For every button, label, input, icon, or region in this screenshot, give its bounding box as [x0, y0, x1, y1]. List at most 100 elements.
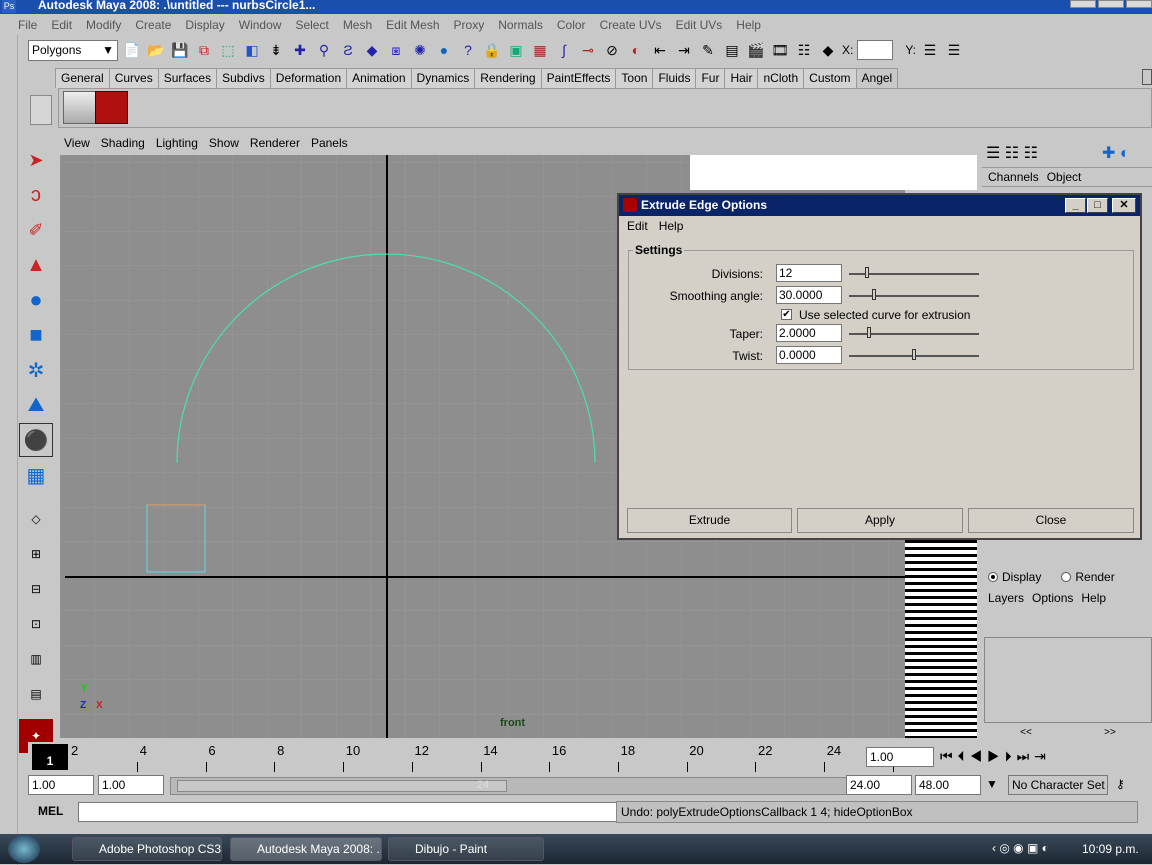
select-hierarchy-icon[interactable]: ⧉ [194, 40, 214, 60]
dialog-edit-menu[interactable]: Edit [627, 219, 648, 233]
auto-key-icon[interactable]: ⚷ [1116, 777, 1125, 791]
shelf-tab-toon[interactable]: Toon [615, 68, 654, 88]
panel-menu-renderer[interactable]: Renderer [250, 136, 300, 154]
shelf-tab-fur[interactable]: Fur [695, 68, 726, 88]
render-view-icon[interactable]: ▤ [722, 40, 742, 60]
taper-slider-handle[interactable] [867, 327, 871, 338]
twist-slider-handle[interactable] [912, 349, 916, 360]
menu-display[interactable]: Display [185, 18, 224, 32]
rotate-tool-icon[interactable]: ● [19, 283, 53, 317]
shelf-tab-painteffects[interactable]: PaintEffects [540, 68, 617, 88]
close-window-button[interactable] [1126, 0, 1152, 8]
shelf-car-red-icon[interactable] [95, 91, 128, 124]
menu-file[interactable]: File [18, 18, 37, 32]
layout-dope-icon[interactable]: ▤ [19, 677, 53, 711]
panel-menu-panels[interactable]: Panels [311, 136, 348, 154]
layout-four-icon[interactable]: ⊞ [19, 537, 53, 571]
close-button[interactable]: Close [968, 508, 1134, 533]
shelf-tab-rendering[interactable]: Rendering [474, 68, 542, 88]
layout-single-icon[interactable]: ◇ [19, 502, 53, 536]
smoothing-slider-handle[interactable] [872, 289, 876, 300]
panel-menu-lighting[interactable]: Lighting [156, 136, 198, 154]
select-component-icon[interactable]: ◧ [242, 40, 262, 60]
input-ops-icon[interactable]: ⇤ [650, 40, 670, 60]
dialog-close-icon[interactable]: ✕ [1112, 198, 1136, 213]
smoothing-slider[interactable] [849, 289, 979, 300]
snap-view-plane-icon[interactable]: ⊘ [602, 40, 622, 60]
range-slider[interactable]: 24 [170, 777, 870, 795]
attribute-editor-icon[interactable]: ☰ [920, 40, 940, 60]
taper-slider[interactable] [849, 327, 979, 338]
snap-curve-icon[interactable]: ∫ [554, 40, 574, 60]
layers-menu[interactable]: Layers [988, 591, 1024, 605]
char-set-dropdown-icon[interactable]: ▼ [986, 777, 998, 791]
help-menu[interactable]: Help [1081, 591, 1106, 605]
x-input[interactable] [857, 40, 894, 60]
twist-slider[interactable] [849, 349, 979, 360]
menu-select[interactable]: Select [295, 18, 328, 32]
panel-menu-show[interactable]: Show [209, 136, 239, 154]
soft-mod-icon[interactable]: ⛰ [19, 388, 53, 422]
shelf-tab-surfaces[interactable]: Surfaces [157, 68, 218, 88]
channels-menu[interactable]: Channels [988, 170, 1039, 184]
end-time-field[interactable]: 48.00 [915, 775, 981, 795]
time-slider[interactable]: 1 2 4 6 8 10 12 14 16 18 20 22 24 [28, 742, 894, 772]
menu-mesh[interactable]: Mesh [343, 18, 372, 32]
dynamics-mask-icon[interactable]: ✺ [410, 40, 430, 60]
maximize-button[interactable] [1098, 0, 1124, 8]
twist-field[interactable]: 0.0000 [776, 346, 842, 364]
shelf-car-icon[interactable] [63, 91, 96, 124]
scale-tool-icon[interactable]: ■ [19, 318, 53, 352]
taper-field[interactable]: 2.0000 [776, 324, 842, 342]
deformers-mask-icon[interactable]: ⧆ [386, 40, 406, 60]
mel-label[interactable]: MEL [38, 804, 63, 818]
handles-icon[interactable]: ✚ [290, 40, 310, 60]
dialog-maximize-button[interactable]: □ [1087, 198, 1108, 213]
object-menu[interactable]: Object [1047, 170, 1082, 184]
shelf-tab-dynamics[interactable]: Dynamics [410, 68, 476, 88]
move-tool-icon[interactable]: ▲ [19, 248, 53, 282]
snap-point-icon[interactable]: ⊸ [578, 40, 598, 60]
menu-help[interactable]: Help [736, 18, 761, 32]
universal-manip-icon[interactable]: ✲ [19, 353, 53, 387]
shelf-trash-icon[interactable] [1142, 69, 1152, 85]
taskbar-paint[interactable]: Dibujo - Paint [388, 837, 544, 861]
divisions-slider-handle[interactable] [865, 267, 869, 278]
menu-set-select[interactable]: Polygons ▼ [28, 39, 118, 61]
menu-color[interactable]: Color [557, 18, 586, 32]
render-frame-icon[interactable]: 🎬 [746, 40, 766, 60]
current-frame-field[interactable]: 1.00 [866, 747, 934, 767]
shelf-tab-subdivs[interactable]: Subdivs [216, 68, 271, 88]
layer-next-button[interactable]: >> [1104, 727, 1116, 741]
layer-list[interactable] [984, 637, 1152, 723]
divisions-field[interactable]: 12 [776, 264, 842, 282]
start-button-icon[interactable] [8, 835, 40, 863]
last-tool-icon[interactable]: ▦ [19, 458, 53, 492]
options-menu[interactable]: Options [1032, 591, 1073, 605]
lasso-tool-icon[interactable]: ↄ [19, 178, 53, 212]
render-radio[interactable] [1061, 572, 1072, 582]
channel-layout-icons[interactable]: ☰ ☷ ☷ [986, 143, 1038, 163]
lock-selection-icon[interactable]: 🔒 [482, 40, 502, 60]
layout-outliner-icon[interactable]: ⊟ [19, 572, 53, 606]
ipr-render-icon[interactable]: 🎞 [770, 40, 790, 60]
taskbar-photoshop[interactable]: Adobe Photoshop CS3... [72, 837, 222, 861]
layout-hypershade-icon[interactable]: ▥ [19, 642, 53, 676]
menu-create-uvs[interactable]: Create UVs [600, 18, 662, 32]
pick-mask-icon[interactable]: ⇟ [266, 40, 286, 60]
construction-history-icon[interactable]: ✎ [698, 40, 718, 60]
divisions-slider[interactable] [849, 267, 979, 278]
menu-normals[interactable]: Normals [498, 18, 543, 32]
shelf-tab-angel[interactable]: Angel [855, 68, 899, 88]
tool-settings-icon[interactable]: ☰ [944, 40, 964, 60]
tray-icons[interactable]: ‹ ◎ ◉ ▣ ◐ [992, 841, 1049, 855]
dialog-help-menu[interactable]: Help [659, 219, 684, 233]
menu-edit[interactable]: Edit [51, 18, 72, 32]
snap-grid-icon[interactable]: ▦ [530, 40, 550, 60]
shelf-tab-general[interactable]: General [55, 68, 110, 88]
shelf-tab-hair[interactable]: Hair [724, 68, 759, 88]
panel-menu-view[interactable]: View [64, 136, 90, 154]
playback-end-field[interactable]: 24.00 [846, 775, 912, 795]
apply-button[interactable]: Apply [797, 508, 963, 533]
make-live-icon[interactable]: ◐ [626, 40, 646, 60]
